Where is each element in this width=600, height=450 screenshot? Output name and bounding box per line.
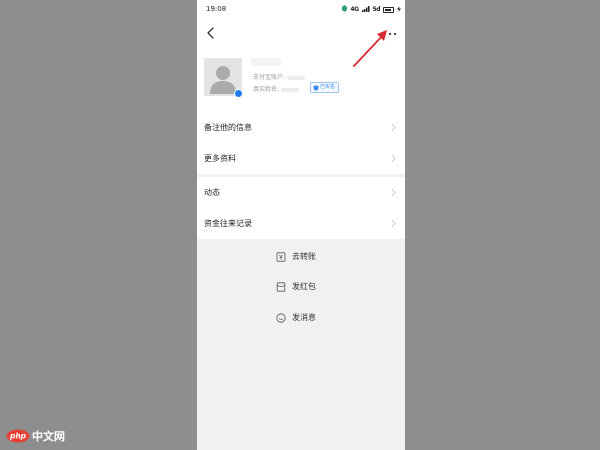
- real-name-label: 真实姓名:: [253, 86, 280, 93]
- message-button-content: 发消息: [276, 312, 316, 323]
- back-button[interactable]: [203, 25, 219, 41]
- red-packet-icon: [276, 281, 286, 292]
- signal-label-left: 4G: [350, 6, 359, 13]
- real-name-line: 真实姓名:: [253, 84, 300, 93]
- charging-icon: [397, 5, 401, 14]
- chevron-right-icon: [391, 154, 396, 163]
- row-fund-records[interactable]: 资金往来记录: [197, 208, 405, 239]
- redacted-value: [281, 87, 300, 92]
- profile-name-redacted: [251, 58, 281, 66]
- redacted-value: [287, 75, 306, 80]
- chevron-right-icon: [391, 123, 396, 132]
- red-packet-label: 发红包: [292, 282, 316, 291]
- verified-tag-label: 已实名: [320, 84, 336, 90]
- transfer-icon: [276, 251, 286, 262]
- annotation-arrow: [353, 30, 387, 67]
- status-icons: 4G 5d: [342, 5, 401, 14]
- php-logo-text: php: [9, 432, 27, 441]
- row-more-info[interactable]: 更多资料: [197, 143, 405, 174]
- row-moments[interactable]: 动态: [197, 177, 405, 208]
- message-label: 发消息: [292, 313, 316, 322]
- chevron-left-icon: [207, 27, 214, 39]
- chevron-right-icon: [391, 219, 396, 228]
- battery-icon: [383, 6, 394, 13]
- row-remark-info[interactable]: 备注他的信息: [197, 112, 405, 143]
- status-time: 19:08: [206, 5, 227, 13]
- alipay-account-line: 支付宝账户:: [253, 72, 306, 81]
- activity-section: 动态 资金往来记录: [197, 177, 405, 239]
- chevron-right-icon: [391, 188, 396, 197]
- watermark-text: 中文网: [32, 430, 65, 443]
- red-packet-button[interactable]: 发红包: [197, 276, 405, 298]
- row-label: 更多资料: [204, 154, 236, 163]
- transfer-button-content: 去转账: [276, 251, 316, 262]
- php-logo-icon: php: [6, 429, 30, 443]
- verified-tag: 已实名: [310, 82, 340, 93]
- transfer-label: 去转账: [292, 252, 316, 261]
- message-icon: [276, 312, 286, 323]
- verified-shield-icon: [313, 84, 319, 91]
- red-packet-button-content: 发红包: [276, 281, 316, 292]
- row-label: 资金往来记录: [204, 219, 252, 228]
- info-section: 备注他的信息 更多资料: [197, 112, 405, 174]
- alipay-account-label: 支付宝账户:: [253, 74, 286, 81]
- signal-bars-icon: [361, 5, 370, 14]
- message-button[interactable]: 发消息: [197, 307, 405, 329]
- row-label: 备注他的信息: [204, 123, 252, 132]
- row-label: 动态: [204, 188, 220, 197]
- signal-label-right: 5d: [372, 6, 381, 13]
- transfer-button[interactable]: 去转账: [197, 246, 405, 268]
- avatar-verified-badge: [234, 89, 243, 98]
- status-bar: 19:08 4G 5d: [197, 0, 405, 22]
- nfc-icon: [342, 5, 348, 14]
- site-watermark: php 中文网: [6, 428, 65, 444]
